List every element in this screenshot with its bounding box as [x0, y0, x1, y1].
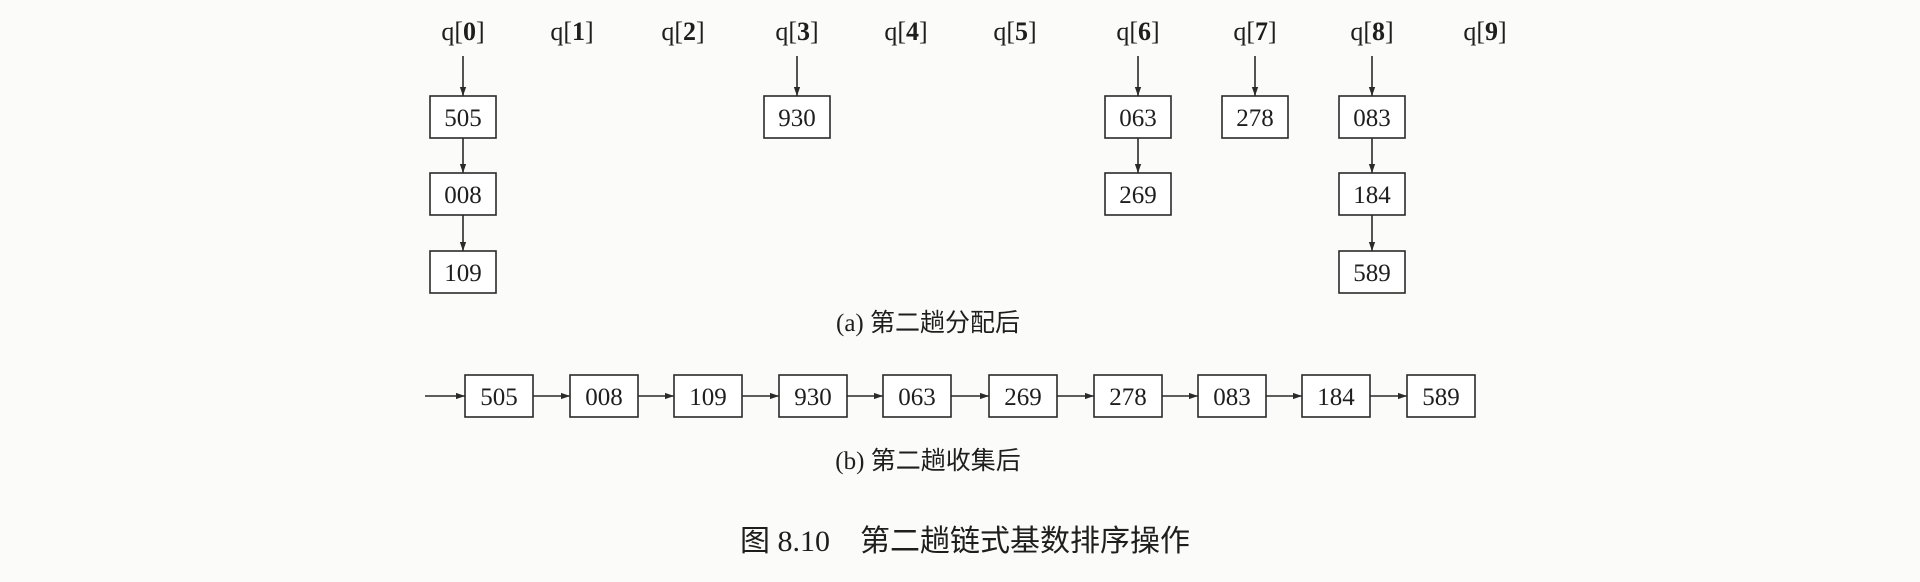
list-node-8-value: 184	[1317, 384, 1355, 411]
queue-0-node-2-value: 109	[444, 260, 482, 287]
queue-0-node-1-value: 008	[444, 182, 482, 209]
queue-label-6: q[6]	[1116, 17, 1159, 46]
radix-sort-diagram: q[0] 505 008 109 q[1] q[2] q[3] 930 q[4] q[5] q[6]…	[425, 17, 1507, 558]
queue-label-3: q[3]	[775, 17, 818, 46]
list-node-7-value: 083	[1213, 384, 1251, 411]
list-node-0-value: 505	[480, 384, 518, 411]
queue-label-7: q[7]	[1233, 17, 1276, 46]
figure-caption: 图 8.10 第二趟链式基数排序操作	[740, 525, 1190, 558]
queue-label-4: q[4]	[884, 17, 927, 46]
queue-8-node-0-value: 083	[1353, 105, 1391, 132]
queue-label-8: q[8]	[1350, 17, 1393, 46]
queue-8-node-1-value: 184	[1353, 182, 1391, 209]
list-node-3-value: 930	[794, 384, 832, 411]
list-node-1-value: 008	[585, 384, 623, 411]
list-node-2-value: 109	[689, 384, 727, 411]
list-node-5-value: 269	[1004, 384, 1042, 411]
caption-a: (a) 第二趟分配后	[836, 309, 1020, 337]
queue-6-node-0-value: 063	[1119, 105, 1157, 132]
queue-label-2: q[2]	[661, 17, 704, 46]
list-node-4-value: 063	[898, 384, 936, 411]
queue-label-0: q[0]	[441, 17, 484, 46]
caption-b: (b) 第二趟收集后	[835, 447, 1020, 475]
list-node-9-value: 589	[1422, 384, 1460, 411]
queue-label-9: q[9]	[1463, 17, 1506, 46]
queue-7-node-0-value: 278	[1236, 105, 1274, 132]
distribution-panel: q[0] 505 008 109 q[1] q[2] q[3] 930 q[4] q[5] q[6]…	[429, 17, 1507, 294]
list-node-6-value: 278	[1109, 384, 1147, 411]
queue-3-node-0-value: 930	[778, 105, 816, 132]
queue-0-node-0-value: 505	[444, 105, 482, 132]
queue-label-1: q[1]	[550, 17, 593, 46]
queue-label-5: q[5]	[993, 17, 1036, 46]
collected-list-panel: 505 008 109 930 063 269 278 083 184 589	[425, 374, 1476, 418]
queue-6-node-1-value: 269	[1119, 182, 1157, 209]
queue-8-node-2-value: 589	[1353, 260, 1391, 287]
